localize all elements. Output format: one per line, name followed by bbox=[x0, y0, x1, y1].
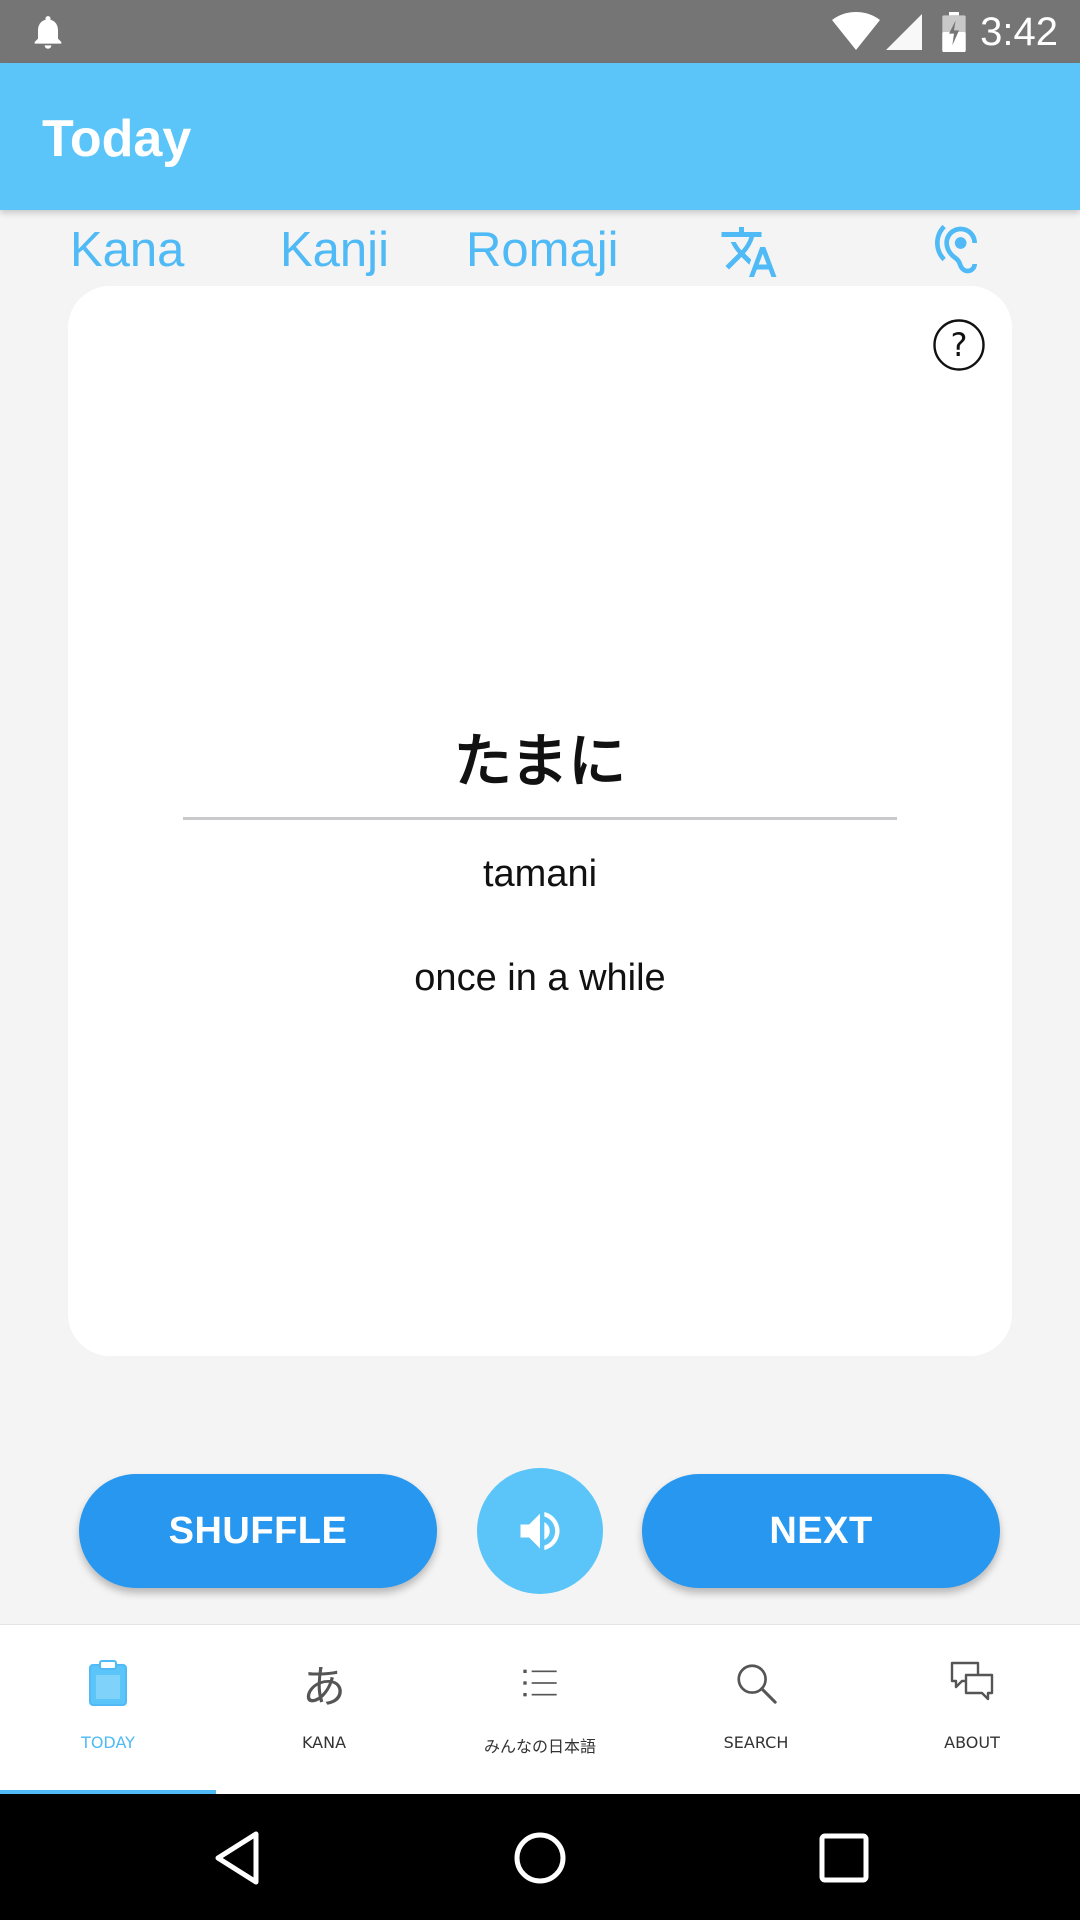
shuffle-button[interactable]: SHUFFLE bbox=[79, 1474, 437, 1588]
hearing-icon[interactable] bbox=[928, 220, 984, 280]
speaker-icon bbox=[520, 1511, 560, 1551]
nav-item-search[interactable]: SEARCH bbox=[648, 1625, 864, 1795]
translate-icon[interactable] bbox=[718, 222, 780, 282]
mode-kana-button[interactable]: Kana bbox=[70, 222, 184, 278]
mode-row: Kana Kanji Romaji bbox=[0, 210, 1080, 286]
nav-label-today: TODAY bbox=[81, 1733, 135, 1752]
app-bar: Today bbox=[0, 63, 1080, 210]
bottom-nav: TODAY あ KANA みんなの日本語 SEARCH ABOUT bbox=[0, 1624, 1080, 1795]
status-bar: 3:42 bbox=[0, 0, 1080, 63]
system-nav-bar bbox=[0, 1794, 1080, 1920]
nav-item-kana[interactable]: あ KANA bbox=[216, 1625, 432, 1795]
mode-romaji-button[interactable]: Romaji bbox=[466, 222, 618, 278]
word-meaning: once in a while bbox=[414, 957, 666, 999]
list-icon bbox=[512, 1655, 568, 1711]
clock: 3:42 bbox=[980, 10, 1058, 54]
battery-charging-icon bbox=[942, 12, 966, 52]
wifi-icon bbox=[832, 12, 880, 50]
nav-item-about[interactable]: ABOUT bbox=[864, 1625, 1080, 1795]
page-title: Today bbox=[42, 110, 192, 168]
next-button[interactable]: NEXT bbox=[642, 1474, 1000, 1588]
word-reading: tamani bbox=[482, 853, 598, 895]
search-icon bbox=[728, 1655, 784, 1711]
nav-label-search: SEARCH bbox=[723, 1733, 789, 1752]
home-icon[interactable] bbox=[508, 1826, 572, 1890]
recents-icon[interactable] bbox=[812, 1826, 876, 1890]
nav-item-minna[interactable]: みんなの日本語 bbox=[432, 1625, 648, 1795]
help-circle-icon[interactable]: ? bbox=[932, 318, 986, 372]
nav-item-today[interactable]: TODAY bbox=[0, 1625, 216, 1795]
back-icon[interactable] bbox=[206, 1826, 270, 1890]
word-kana: たまに bbox=[453, 727, 627, 795]
kana-a-icon: あ bbox=[302, 1662, 346, 1713]
screen: 3:42 Today Kana Kanji Romaji ? たまに taman… bbox=[0, 0, 1080, 1920]
chat-icon bbox=[944, 1655, 1000, 1711]
nav-label-minna: みんなの日本語 bbox=[483, 1737, 596, 1756]
nav-label-kana: KANA bbox=[301, 1733, 347, 1752]
nav-label-about: ABOUT bbox=[944, 1733, 1000, 1752]
bell-icon bbox=[34, 16, 62, 49]
word-card: ? たまに tamani once in a while bbox=[68, 286, 1012, 1356]
word-divider bbox=[183, 817, 897, 820]
mode-kanji-button[interactable]: Kanji bbox=[280, 222, 389, 278]
play-sound-button[interactable] bbox=[477, 1468, 603, 1594]
signal-icon bbox=[886, 14, 922, 50]
svg-text:?: ? bbox=[951, 326, 968, 364]
clipboard-icon bbox=[80, 1655, 136, 1711]
